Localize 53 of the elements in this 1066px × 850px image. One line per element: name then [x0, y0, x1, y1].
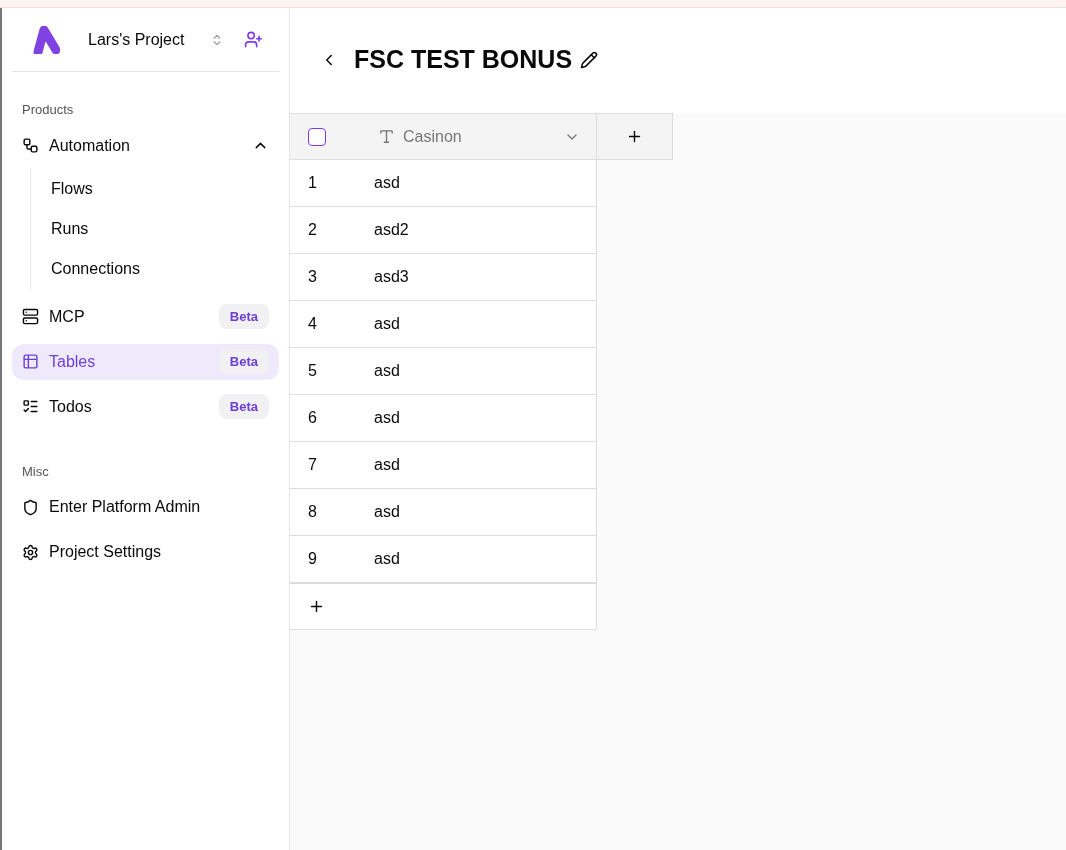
row-number: 6 — [307, 408, 318, 428]
nav-label: Enter Platform Admin — [49, 497, 201, 517]
row-number: 3 — [307, 267, 318, 287]
row-number: 8 — [307, 502, 318, 522]
add-row-icon[interactable] — [308, 598, 325, 615]
nav-subitem[interactable]: Connections — [51, 248, 279, 289]
table-cell-text: asd3 — [373, 267, 409, 287]
nav-item[interactable]: Tables Beta — [12, 343, 279, 380]
section-label: Misc — [21, 462, 50, 481]
nav-label: Todos — [49, 396, 92, 417]
settings-icon — [22, 543, 39, 561]
nav-label: MCP — [49, 306, 85, 327]
plus-icon — [626, 128, 643, 145]
row-number: 5 — [307, 361, 318, 381]
table-cell-text: asd — [373, 549, 400, 569]
nav-item[interactable]: Project Settings — [12, 534, 279, 570]
add-user-icon[interactable] — [244, 30, 263, 49]
table-cell-text: asd — [373, 173, 400, 193]
checklist-icon — [22, 398, 39, 415]
nav-item[interactable]: Todos Beta — [12, 388, 279, 425]
table-cell-text: asd2 — [373, 220, 409, 240]
section-label: Products — [21, 101, 75, 119]
checkbox[interactable] — [308, 127, 326, 146]
row-number: 7 — [307, 455, 318, 475]
beta-badge: Beta — [218, 303, 269, 330]
table-cell-text: asd — [373, 361, 400, 381]
beta-badge: Beta — [218, 393, 269, 420]
page-title: FSC TEST BONUS — [354, 43, 573, 75]
workflow-icon — [22, 137, 39, 154]
row-number: 9 — [307, 549, 318, 569]
row-number: 4 — [307, 314, 318, 334]
table-cell-text: asd — [373, 314, 400, 334]
table-icon — [22, 353, 39, 370]
column-name: Casinon — [403, 126, 462, 147]
nav-subitem[interactable]: Flows — [51, 168, 279, 209]
nav-item[interactable]: Enter Platform Admin — [12, 489, 279, 525]
project-name[interactable]: Lars's Project — [88, 27, 185, 52]
row-number: 2 — [307, 220, 318, 240]
nav-label: Automation — [49, 135, 130, 156]
nav-label: Tables — [49, 351, 96, 372]
table-cell-text: asd — [373, 455, 400, 475]
table-cell-text: asd — [373, 408, 400, 428]
table-cell-text: asd — [373, 502, 400, 522]
row-number: 1 — [307, 173, 318, 193]
server-icon — [22, 308, 39, 325]
nav-subitem[interactable]: Runs — [51, 208, 279, 249]
nav-label: Project Settings — [49, 542, 162, 562]
shield-icon — [22, 498, 39, 516]
nav-item[interactable]: Automation — [12, 127, 279, 164]
nav-item[interactable]: MCP Beta — [12, 298, 279, 335]
text-type-icon — [378, 128, 395, 145]
beta-badge: Beta — [218, 348, 269, 375]
pencil-icon[interactable] — [580, 50, 599, 69]
